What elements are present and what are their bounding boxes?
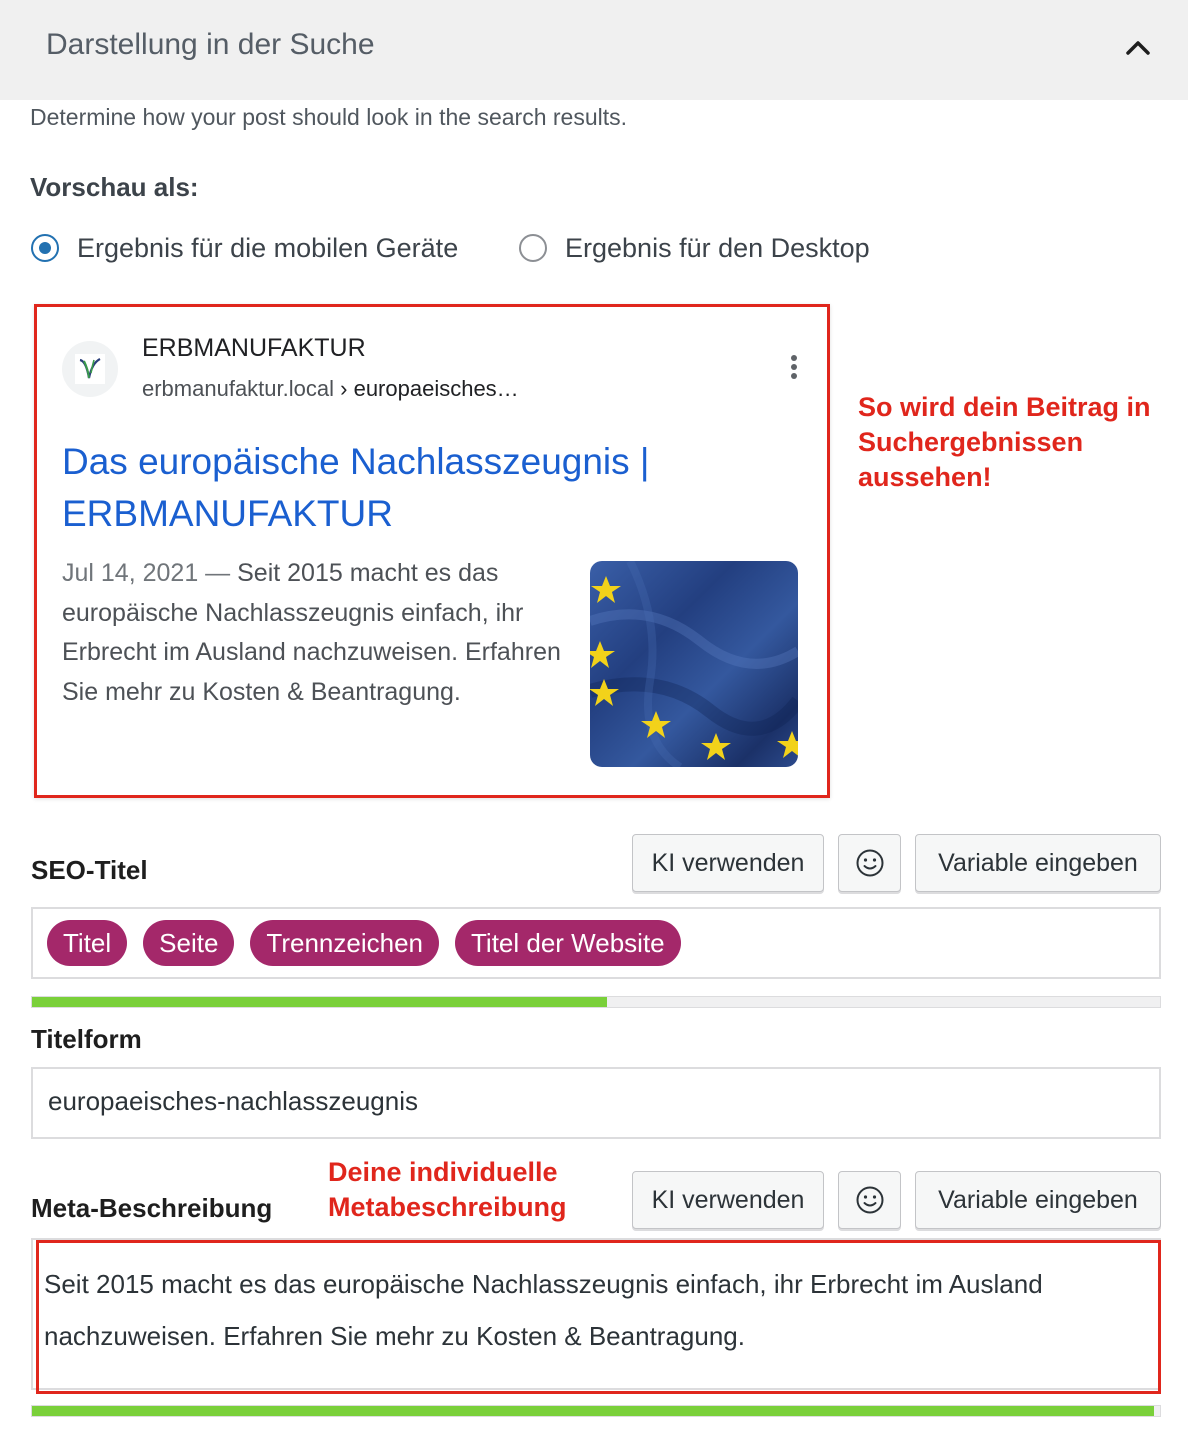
eu-flag-image xyxy=(590,561,798,767)
slug-label: Titelform xyxy=(31,1024,142,1054)
radio-mobile-label: Ergebnis für die mobilen Geräte xyxy=(77,232,459,263)
smiley-icon xyxy=(856,1186,883,1214)
seo-title-variable-button[interactable]: Variable eingeben xyxy=(915,834,1161,892)
snippet-date: Jul 14, 2021 xyxy=(62,559,199,587)
meta-progress-fill xyxy=(32,1406,1155,1416)
radio-desktop-input[interactable] xyxy=(519,234,547,262)
snippet-date-separator: — xyxy=(205,559,231,587)
meta-ai-button[interactable]: KI verwenden xyxy=(632,1171,824,1229)
seo-title-tags: Titel Seite Trennzeichen Titel der Websi… xyxy=(47,920,681,966)
meta-highlight-frame xyxy=(36,1240,1161,1394)
snippet-url-base: erbmanufaktur.local xyxy=(142,376,334,401)
panel-title: Darstellung in der Suche xyxy=(46,28,375,61)
seo-title-progress-fill xyxy=(32,997,608,1007)
meta-description-label: Meta-Beschreibung xyxy=(31,1193,273,1223)
collapse-button[interactable] xyxy=(1118,28,1158,68)
meta-annotation: Deine individuelle Metabeschreibung xyxy=(328,1157,567,1222)
site-favicon xyxy=(62,341,118,397)
snippet-url-separator: › xyxy=(340,376,348,401)
meta-emoji-button[interactable] xyxy=(838,1171,901,1229)
preview-annotation: So wird dein Beitrag in Suchergebnissen … xyxy=(858,392,1151,492)
radio-desktop-result[interactable]: Ergebnis für den Desktop xyxy=(519,230,870,266)
radio-mobile-result[interactable]: Ergebnis für die mobilen Geräte xyxy=(31,230,458,266)
radio-desktop-label: Ergebnis für den Desktop xyxy=(565,232,870,263)
chevron-up-icon xyxy=(1126,41,1150,55)
seo-title-label: SEO-Titel xyxy=(31,855,148,885)
snippet-url: erbmanufaktur.local › europaeisches… xyxy=(142,376,519,402)
seo-title-tag[interactable]: Titel der Website xyxy=(455,920,681,966)
seo-title-tag[interactable]: Titel xyxy=(47,920,128,966)
snippet-url-path: europaeisches… xyxy=(353,376,519,401)
seo-title-tag[interactable]: Trennzeichen xyxy=(250,920,439,966)
seo-title-progress-bar xyxy=(31,996,1161,1008)
panel-description: Determine how your post should look in t… xyxy=(30,104,628,130)
site-logo-icon xyxy=(75,354,105,384)
smiley-icon xyxy=(856,849,883,877)
meta-progress-bar xyxy=(31,1405,1161,1417)
preview-label: Vorschau als: xyxy=(30,172,199,202)
seo-title-ai-button[interactable]: KI verwenden xyxy=(632,834,824,892)
more-vertical-icon[interactable] xyxy=(784,355,804,385)
snippet-description: Jul 14, 2021 — Seit 2015 macht es das eu… xyxy=(62,554,562,712)
seo-title-emoji-button[interactable] xyxy=(838,834,901,892)
snippet-site-name: ERBMANUFAKTUR xyxy=(142,334,366,362)
radio-mobile-input[interactable] xyxy=(31,234,59,262)
meta-variable-button[interactable]: Variable eingeben xyxy=(915,1171,1161,1229)
seo-title-tag[interactable]: Seite xyxy=(143,920,235,966)
snippet-title-link[interactable]: Das europäische Nachlasszeugnis | ERBMAN… xyxy=(62,436,762,540)
slug-value: europaeisches-nachlasszeugnis xyxy=(48,1086,419,1116)
